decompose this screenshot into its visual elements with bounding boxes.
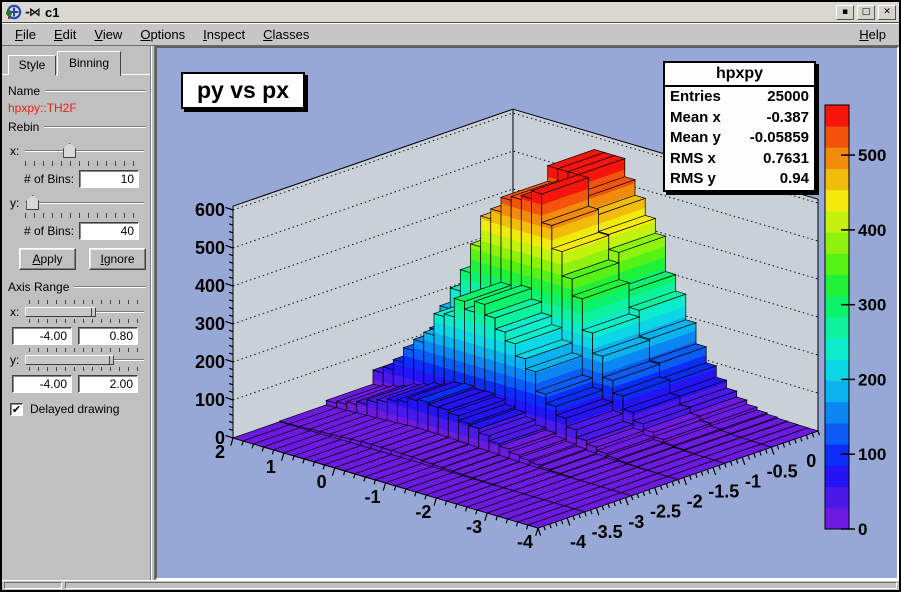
svg-text:-1.5: -1.5 xyxy=(708,481,739,501)
menu-inspect[interactable]: Inspect xyxy=(194,24,254,45)
menu-classes[interactable]: Classes xyxy=(254,24,318,45)
axis-range-x-label: x: xyxy=(10,305,25,319)
x-bins-field[interactable] xyxy=(79,170,139,188)
rebin-x-label: x: xyxy=(10,144,25,158)
window-title: c1 xyxy=(45,5,59,20)
menu-view[interactable]: View xyxy=(85,24,131,45)
svg-text:500: 500 xyxy=(858,146,886,165)
svg-text:-2: -2 xyxy=(687,492,703,512)
svg-text:-0.5: -0.5 xyxy=(767,461,798,481)
svg-text:-3.5: -3.5 xyxy=(592,522,623,542)
y-max-field[interactable] xyxy=(78,375,138,393)
y-bins-label: # of Bins: xyxy=(24,224,74,238)
svg-text:400: 400 xyxy=(858,221,886,240)
rebin-y-slider-thumb[interactable] xyxy=(26,195,39,210)
y-bins-field[interactable] xyxy=(79,222,139,240)
svg-text:1: 1 xyxy=(266,457,276,477)
axis-range-y-slider[interactable] xyxy=(25,348,144,372)
axis-range-section-rule xyxy=(74,286,146,288)
y-min-field[interactable] xyxy=(12,375,72,393)
plot-title-box[interactable]: py vs px xyxy=(181,72,305,109)
close-button[interactable]: ✕ xyxy=(878,5,896,20)
statusbar xyxy=(2,580,899,590)
svg-text:0: 0 xyxy=(317,472,327,492)
axis-range-x-slider-bar[interactable] xyxy=(25,307,96,317)
svg-text:-1: -1 xyxy=(745,471,761,491)
svg-text:-2.5: -2.5 xyxy=(650,502,681,522)
stats-row-mean-y: Mean y-0.05859 xyxy=(665,128,814,149)
maximize-button[interactable]: □ xyxy=(857,5,875,20)
histogram-editor-panel: Style Binning Name hpxpy::TH2F Rebin x: xyxy=(2,46,151,580)
rebin-section-label: Rebin xyxy=(8,120,39,134)
svg-text:-4: -4 xyxy=(570,532,586,552)
name-section-label: Name xyxy=(8,84,40,98)
app-icon xyxy=(5,4,22,20)
status-cell-main xyxy=(65,582,897,589)
rebin-x-slider[interactable] xyxy=(25,142,144,160)
stats-box[interactable]: hpxpy Entries25000 Mean x-0.387 Mean y-0… xyxy=(663,61,816,192)
axis-range-x-slider[interactable] xyxy=(25,300,144,324)
svg-text:200: 200 xyxy=(858,370,886,389)
name-section-rule xyxy=(45,90,146,92)
svg-text:2: 2 xyxy=(215,442,225,462)
rebin-y-slider[interactable] xyxy=(25,194,144,212)
x-max-field[interactable] xyxy=(78,327,138,345)
editor-tabs: Style Binning xyxy=(2,50,150,75)
svg-text:-4: -4 xyxy=(517,532,533,552)
axis-range-section-label: Axis Range xyxy=(8,280,69,294)
delayed-drawing-checkbox[interactable]: ✔ xyxy=(10,403,23,416)
svg-text:300: 300 xyxy=(195,314,225,334)
svg-text:100: 100 xyxy=(195,390,225,410)
root-canvas[interactable]: 0100200300400500600210-1-2-3-4-4-3.5-3-2… xyxy=(155,46,899,580)
stats-row-rms-x: RMS x0.7631 xyxy=(665,149,814,170)
histogram-name: hpxpy::TH2F xyxy=(2,98,150,117)
svg-text:0: 0 xyxy=(858,520,867,539)
rebin-x-slider-ticks xyxy=(25,161,140,166)
apply-button[interactable]: Apply xyxy=(19,248,76,270)
svg-text:400: 400 xyxy=(195,276,225,296)
stats-row-entries: Entries25000 xyxy=(665,87,814,108)
rebin-y-slider-ticks xyxy=(25,213,140,218)
svg-text:-3: -3 xyxy=(466,517,482,537)
menu-options[interactable]: Options xyxy=(131,24,194,45)
svg-text:-2: -2 xyxy=(415,502,431,522)
svg-text:500: 500 xyxy=(195,238,225,258)
delayed-drawing-label: Delayed drawing xyxy=(30,402,119,416)
tab-binning[interactable]: Binning xyxy=(57,51,121,76)
rebin-section-rule xyxy=(44,126,146,128)
ignore-button[interactable]: Ignore xyxy=(89,248,146,270)
stats-title: hpxpy xyxy=(665,63,814,87)
stats-row-mean-x: Mean x-0.387 xyxy=(665,108,814,129)
axis-range-y-slider-bar[interactable] xyxy=(25,355,114,365)
axis-range-y-label: y: xyxy=(10,353,25,367)
svg-text:200: 200 xyxy=(195,352,225,372)
menubar: File Edit View Options Inspect Classes H… xyxy=(2,23,899,46)
rebin-y-label: y: xyxy=(10,196,25,210)
x-bins-label: # of Bins: xyxy=(24,172,74,186)
menu-file[interactable]: File xyxy=(6,24,45,45)
svg-text:-1: -1 xyxy=(365,487,381,507)
status-cell-left xyxy=(4,582,62,589)
stats-row-rms-y: RMS y0.94 xyxy=(665,169,814,190)
svg-text:300: 300 xyxy=(858,296,886,315)
svg-text:100: 100 xyxy=(858,445,886,464)
titlebar[interactable]: -⋈ c1 ▪ □ ✕ xyxy=(2,2,899,23)
root-canvas-window: -⋈ c1 ▪ □ ✕ File Edit View Options Inspe… xyxy=(0,0,901,592)
iconify-button[interactable]: ▪ xyxy=(836,5,854,20)
rebin-x-slider-thumb[interactable] xyxy=(63,143,76,158)
svg-text:600: 600 xyxy=(195,200,225,220)
menu-help[interactable]: Help xyxy=(850,24,895,45)
x-min-field[interactable] xyxy=(12,327,72,345)
menu-edit[interactable]: Edit xyxy=(45,24,85,45)
tab-style[interactable]: Style xyxy=(8,55,56,75)
svg-text:0: 0 xyxy=(806,451,816,471)
pin-icon[interactable]: -⋈ xyxy=(25,5,40,19)
svg-text:-3: -3 xyxy=(628,512,644,532)
